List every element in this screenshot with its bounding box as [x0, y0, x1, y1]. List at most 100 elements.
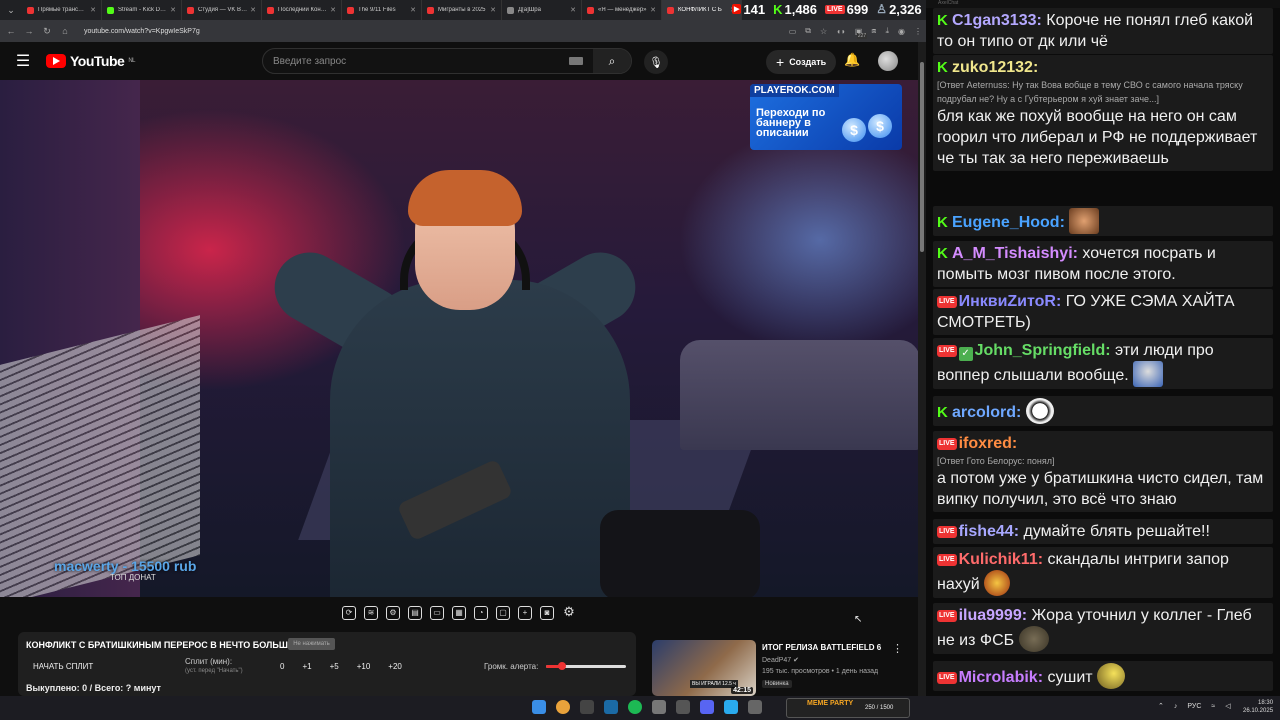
chat-username[interactable]: A_M_Tishaishyi	[952, 245, 1073, 262]
recommended-title[interactable]: ИТОГ РЕЛИЗА BATTLEFIELD 6	[762, 643, 892, 652]
chrome-icon[interactable]	[556, 700, 570, 714]
browser-tab[interactable]: Мигранты в 2025 ✕	[422, 0, 502, 20]
spotify-icon[interactable]	[628, 700, 642, 714]
slider-knob[interactable]	[558, 662, 566, 670]
hamburger-menu-icon[interactable]: ☰	[0, 51, 46, 71]
back-icon[interactable]: ←	[6, 26, 16, 36]
page-scrollbar[interactable]	[918, 42, 926, 696]
download-icon[interactable]: ⤓	[885, 26, 889, 36]
close-icon[interactable]: ✕	[650, 6, 656, 14]
close-icon[interactable]: ✕	[490, 6, 496, 14]
notifications-bell-icon[interactable]: 🔔	[844, 52, 860, 68]
close-icon[interactable]: ✕	[570, 6, 576, 14]
close-icon[interactable]: ✕	[330, 6, 336, 14]
chat-colon: :	[1013, 523, 1020, 540]
chat-username[interactable]: zuko12132	[952, 59, 1033, 76]
chat-username[interactable]: ifoxred	[959, 435, 1012, 452]
camera-icon[interactable]: ◙	[540, 606, 554, 620]
split-value-button[interactable]: +20	[388, 662, 402, 671]
app-icon[interactable]	[652, 700, 666, 714]
youtube-logo[interactable]: YouTube NL	[46, 53, 135, 69]
browser-tab[interactable]: The 9/11 Files ✕	[342, 0, 422, 20]
chat-username[interactable]: C1gan3133	[952, 12, 1037, 29]
obs-icon[interactable]	[580, 700, 594, 714]
extension-pill-icon[interactable]: ◖◗	[836, 27, 846, 36]
settings-gear-icon[interactable]: ⚙	[386, 606, 400, 620]
ad-banner[interactable]: PLAYEROK.COM Переходи по баннеру в описа…	[750, 84, 902, 150]
video-thumbnail[interactable]: ВЫ ИГРАЛИ 12.5 ч 42:15	[652, 640, 756, 696]
browser-tab[interactable]: Последний Конфликт✕	[262, 0, 342, 20]
cast-icon[interactable]: ▭	[789, 27, 797, 36]
forward-icon[interactable]: →	[24, 26, 34, 36]
voice-search-button[interactable]: 🎙	[644, 50, 668, 74]
alert-volume-slider[interactable]	[546, 662, 626, 670]
close-icon[interactable]: ✕	[90, 6, 96, 14]
reload-icon[interactable]: ↻	[42, 26, 52, 37]
discord-icon[interactable]	[700, 700, 714, 714]
avatar[interactable]	[878, 51, 898, 71]
browser-tab[interactable]: КОНФЛИКТ С Б✕	[662, 0, 742, 20]
extension-icon[interactable]: ▣ 227	[855, 27, 868, 39]
browser-tab[interactable]: Stream - Kick Dashboard✕	[102, 0, 182, 20]
home-icon[interactable]: ⌂	[60, 26, 70, 36]
meme-party-widget[interactable]: MEME PARTY 250 / 1500	[786, 698, 910, 718]
browser-tab[interactable]: Д[a]Шра ✕	[502, 0, 582, 20]
chat-username[interactable]: Eugene_Hood	[952, 214, 1060, 231]
volume-icon[interactable]: ◁	[1225, 702, 1230, 710]
chat-username[interactable]: Microlabik	[959, 669, 1038, 686]
app-icon[interactable]	[676, 700, 690, 714]
close-icon[interactable]: ✕	[410, 6, 416, 14]
chat-username[interactable]: ilua9999	[959, 607, 1022, 624]
menu-icon[interactable]: ⋮	[914, 27, 922, 36]
scrollbar-thumb[interactable]	[920, 62, 924, 252]
recommended-video[interactable]: ВЫ ИГРАЛИ 12.5 ч 42:15 ИТОГ РЕЛИЗА BATTL…	[652, 640, 912, 696]
mic-tray-icon[interactable]: ♪	[1174, 703, 1178, 710]
profile-icon[interactable]: ◉	[898, 27, 905, 36]
close-icon[interactable]: ✕	[250, 6, 256, 14]
browser-tab[interactable]: «Я — менеджер» ✕	[582, 0, 662, 20]
chat-username[interactable]: arcolord	[952, 404, 1016, 421]
close-icon[interactable]: ✕	[170, 6, 176, 14]
split-value-button[interactable]: +1	[302, 662, 311, 671]
add-icon[interactable]: +	[518, 606, 532, 620]
steam-icon[interactable]	[604, 700, 618, 714]
wifi-icon[interactable]: ≈	[1211, 703, 1215, 710]
cinema-icon[interactable]: ▦	[452, 606, 466, 620]
tab-search-icon[interactable]: ⌄	[0, 0, 22, 20]
chevron-up-icon[interactable]: ⌃	[1158, 702, 1164, 710]
language-indicator[interactable]: РУС	[1187, 703, 1201, 710]
clock[interactable]: 18:30 26.10.2025	[1243, 699, 1273, 715]
clapper-icon[interactable]: ▤	[408, 606, 422, 620]
channel-name[interactable]: DeadP47 ✔	[762, 656, 799, 664]
create-button[interactable]: + Создать	[766, 50, 837, 74]
start-split-button[interactable]: НАЧАТЬ СПЛИТ	[33, 662, 93, 671]
search-input[interactable]	[263, 55, 569, 67]
puzzle-icon[interactable]: ⧈	[871, 26, 876, 36]
split-value-button[interactable]: 0	[280, 662, 284, 671]
split-value-button[interactable]: +10	[357, 662, 371, 671]
chat-username[interactable]: fishe44	[959, 523, 1014, 540]
audio-icon[interactable]: ≋	[364, 606, 378, 620]
start-icon[interactable]	[532, 700, 546, 714]
translate-icon[interactable]: ⧉	[805, 26, 811, 36]
search-button[interactable]: ⌕	[593, 49, 631, 73]
speed-icon[interactable]: ◔	[474, 606, 488, 620]
screen-icon[interactable]: ▭	[430, 606, 444, 620]
browser-tab[interactable]: Студия — VK Видео✕	[182, 0, 262, 20]
disabled-button[interactable]: Не нажимать	[288, 638, 335, 650]
video-player[interactable]: PLAYEROK.COM Переходи по баннеру в описа…	[0, 80, 918, 597]
keyboard-icon[interactable]	[569, 57, 583, 65]
more-options-icon[interactable]: ⋮	[892, 642, 903, 655]
theater-icon[interactable]: ▢	[496, 606, 510, 620]
url-field[interactable]: youtube.com/watch?v=KpgwIeSkP7g	[78, 28, 781, 35]
star-icon[interactable]: ☆	[820, 27, 827, 36]
chat-username[interactable]: Kulichik11	[959, 551, 1038, 568]
gear-icon[interactable]: ⚙	[562, 605, 576, 620]
chat-username[interactable]: ИнквиZитоR	[959, 293, 1056, 310]
loop-icon[interactable]: ⟳	[342, 606, 356, 620]
chat-username[interactable]: John_Springfield	[975, 342, 1106, 359]
app-icon[interactable]	[748, 700, 762, 714]
telegram-icon[interactable]	[724, 700, 738, 714]
split-value-button[interactable]: +5	[330, 662, 339, 671]
browser-tab[interactable]: Прямые трансляции✕	[22, 0, 102, 20]
